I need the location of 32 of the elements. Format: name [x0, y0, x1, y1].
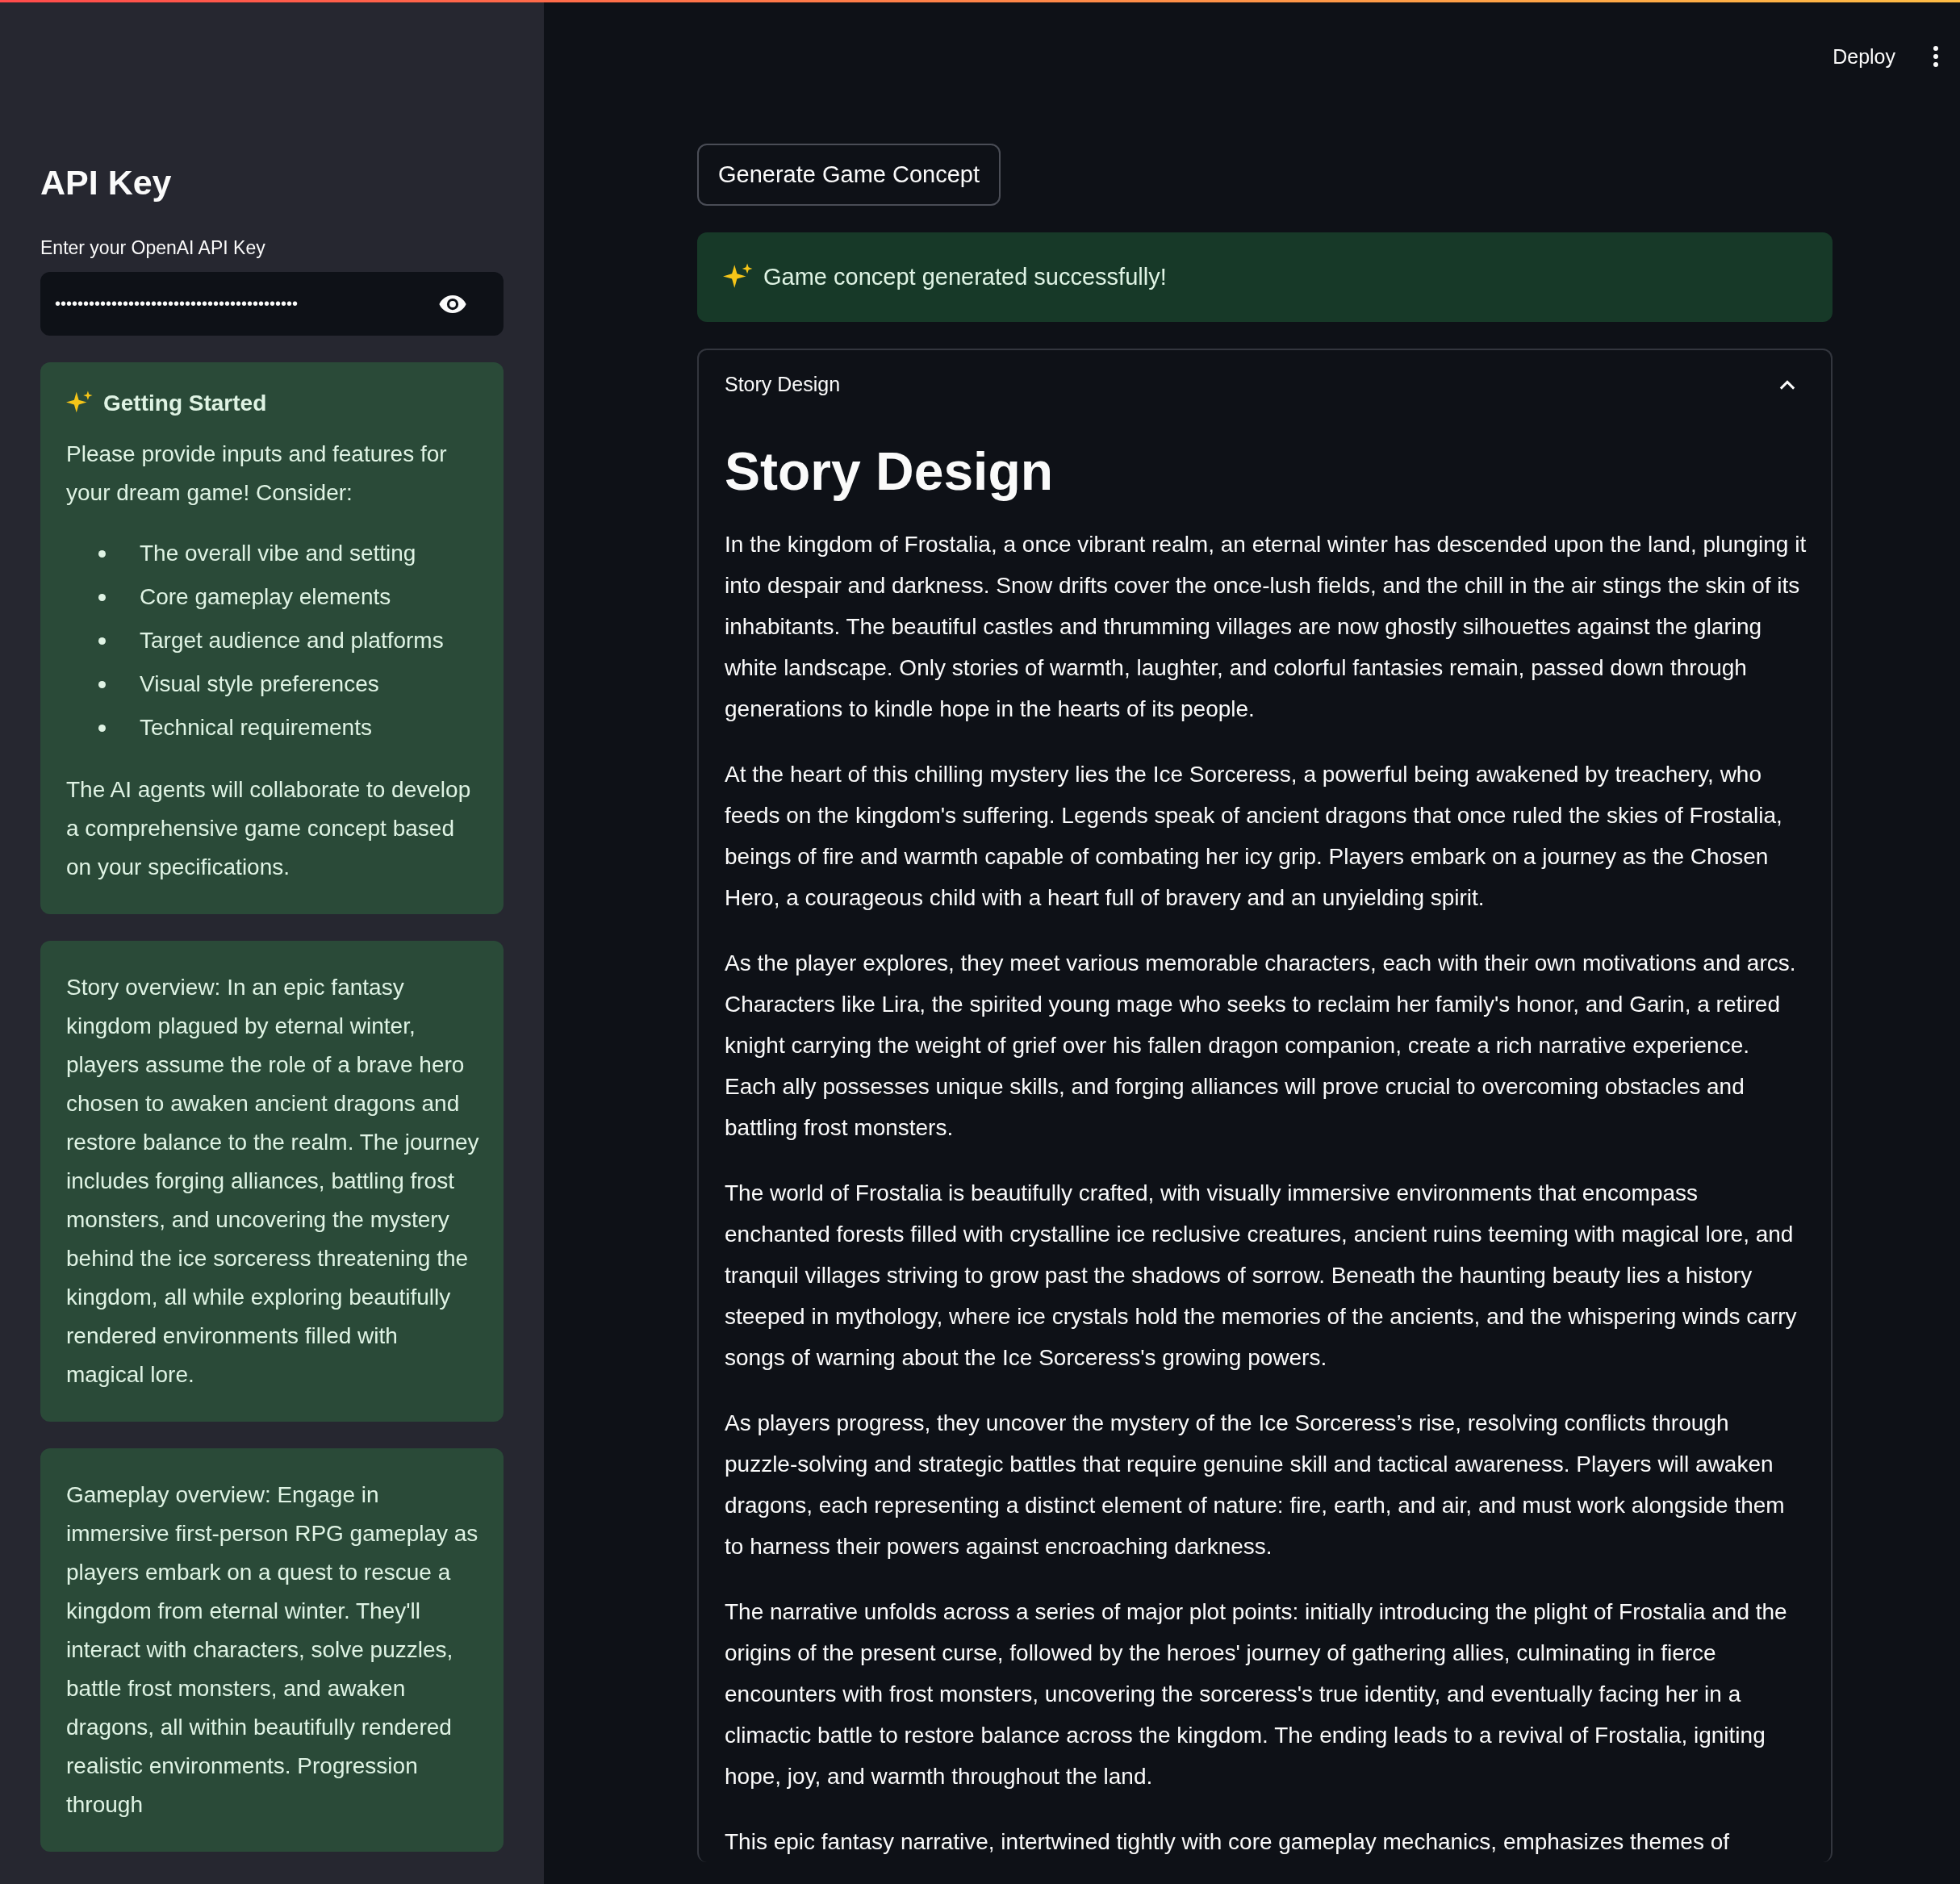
card-text: Please provide inputs and features for your dream game! Consider: — [66, 441, 448, 507]
bullet-icon — [98, 680, 106, 688]
bullet-icon — [98, 593, 106, 601]
card-text: Story overview: In an epic fantasy kingdom plagued by eternal winter, players assume the role of a brave hero chosen to awaken ancient dragons and restore balance to the realm. The journey includes forging alliances, battling frost monsters, and uncovering the mystery behind the ice sorceress threatening the kingdom, all while exploring beautifully rendered environments filled with magical lore. — [66, 974, 479, 1389]
bullet-icon — [98, 637, 106, 645]
card-text: The AI agents will collaborate to develop a comprehensive game concept based on your specifications. — [66, 776, 472, 881]
bullet-icon — [98, 724, 106, 732]
list-item: Visual style preferences — [140, 670, 379, 698]
card-text: Gameplay overview: Engage in immersive first-person RPG gameplay as players embark on a quest to rescue a kingdom from eternal winter. They'll interact with characters, solve puzzles, battle frost monsters, and awaken dragons, all within beautifully rendered realistic environments. Progression through — [66, 1481, 479, 1819]
card-title: Getting Started — [103, 391, 267, 416]
paragraph: The world of Frostalia is beautifully crafted, with visually immersive environments that encompass enchanted forests filled with crystalline ice reclusive creatures, ancient ruins teeming with magical lore, and tranquil villages striving to grow past the shadows of sorrow. Beneath the haunting beauty lies a history steeped in mythology, where ice crystals hold the memories of the ancients, and the whispering winds carry songs of warning about the Ice Sorceress's growing powers. — [725, 1180, 1798, 1372]
deploy-button[interactable]: Deploy — [1828, 41, 1900, 72]
paragraph: At the heart of this chilling mystery lies the Ice Sorceress, a powerful being awakened by treachery, who feeds on the kingdom's suffering. Legends speak of ancient dragons that once ruled the skies of Frostalia, beings of fire and warmth capable of combating her icy grip. Players embark on a journey as the Chosen Hero, a courageous child with a heart full of bravery and an unyielding spirit. — [725, 761, 1783, 912]
menu-icon[interactable] — [1933, 45, 1939, 68]
list-item: Core gameplay elements — [140, 583, 391, 611]
expander-label: Story Design — [725, 373, 841, 396]
sidebar-title: API Key — [40, 162, 173, 203]
bullet-icon — [98, 549, 106, 558]
generate-button[interactable]: Generate Game Concept — [697, 144, 1001, 206]
paragraph: As the player explores, they meet various memorable characters, each with their own motivations and arcs. Characters like Lira, the spirited young mage who seeks to reclaim her family's honor, and Garin, a retired knight carrying the weight of grief over his fallen dragon companion, create a rich narrative experience. Each ally possesses unique skills, and forging alliances will prove crucial to overcoming obstacles and battling frost monsters. — [725, 950, 1797, 1142]
field-label: Enter your OpenAI API Key — [40, 237, 266, 259]
paragraph: In the kingdom of Frostalia, a once vibrant realm, an eternal winter has descended upon the land, plunging it into despair and darkness. Snow drifts cover the once-lush fields, and the chill in the air stings the skin of its inhabitants. The beautiful castles and thrumming villages are now ghostly silhouettes against the glaring white landscape. Only stories of warmth, laughter, and colorful fantasies remain, passed down through generations to kindle hope in the hearts of its people. — [725, 531, 1807, 723]
password-field[interactable]: ••••••••••••••••••••••••••••••••••••••••••• — [40, 272, 504, 336]
expander-header[interactable]: Story Design — [699, 350, 1831, 419]
section-heading: Story Design — [725, 441, 1055, 503]
list-item: Target audience and platforms — [140, 627, 444, 654]
paragraph: This epic fantasy narrative, intertwined tightly with core gameplay mechanics, emphasizes themes of — [725, 1828, 1730, 1856]
list-item: Technical requirements — [140, 714, 372, 741]
list-item: The overall vibe and setting — [140, 540, 416, 567]
paragraph: The narrative unfolds across a series of major plot points: initially introducing the plight of Frostalia and the origins of the present curse, followed by the heroes' journey of gathering allies, culminating in fierce encounters with frost monsters, uncovering the sorceress's true identity, and eventually facing her in a climactic battle to restore balance across the kingdom. The ending leads to a revival of Frostalia, igniting hope, joy, and warmth throughout the land. — [725, 1598, 1788, 1790]
paragraph: As players progress, they uncover the mystery of the Ice Sorceress’s rise, resolving conflicts through puzzle-solving and strategic battles that require genuine skill and tactical awareness. Players will awaken dragons, each representing a distinct element of nature: fire, earth, and air, and must work alongside them to harness their powers against encroaching darkness. — [725, 1410, 1786, 1560]
success-message: Game concept generated successfully! — [763, 264, 1167, 290]
